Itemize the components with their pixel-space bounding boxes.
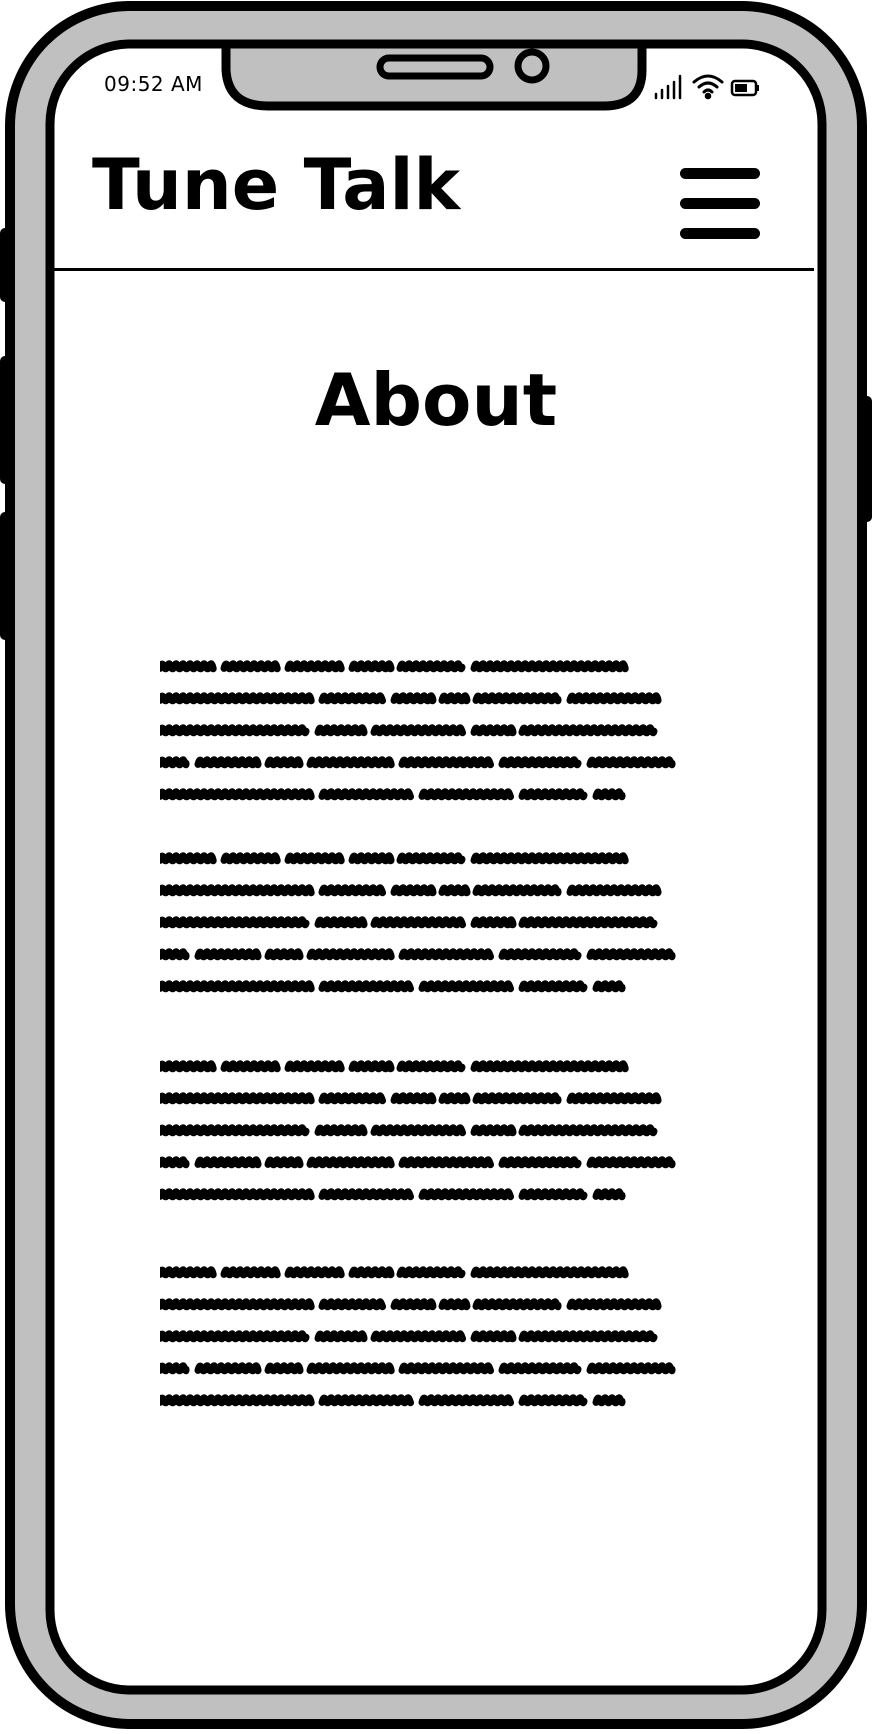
placeholder-text-line <box>160 884 662 897</box>
placeholder-text-line <box>160 756 676 769</box>
placeholder-text-line <box>160 788 626 801</box>
placeholder-text-line <box>160 916 658 929</box>
placeholder-text-line <box>160 660 629 673</box>
phone-side-button-volume-down <box>0 512 10 640</box>
placeholder-text-line <box>160 1394 626 1407</box>
placeholder-paragraph-4 <box>160 1258 712 1418</box>
battery-icon <box>730 79 759 97</box>
placeholder-paragraph-2 <box>160 844 712 1004</box>
placeholder-text-line <box>160 980 626 993</box>
placeholder-text-line <box>160 1362 676 1375</box>
placeholder-text-line <box>160 948 676 961</box>
placeholder-text-line <box>160 692 662 705</box>
status-bar-icons <box>654 74 759 100</box>
placeholder-text-line <box>160 1060 629 1073</box>
phone-side-button-mute <box>0 228 10 302</box>
page-heading: About <box>314 358 558 442</box>
placeholder-paragraph-1 <box>160 652 712 812</box>
placeholder-text-line <box>160 852 629 865</box>
placeholder-text-line <box>160 1124 658 1137</box>
hamburger-menu-button[interactable] <box>676 164 764 244</box>
signal-icon <box>654 74 682 100</box>
placeholder-text-line <box>160 1266 629 1279</box>
app-title: Tune Talk <box>92 144 461 226</box>
header-divider <box>54 268 814 271</box>
placeholder-paragraph-3 <box>160 1052 712 1212</box>
placeholder-text-line <box>160 1092 662 1105</box>
placeholder-text-line <box>160 1188 626 1201</box>
placeholder-text-line <box>160 1298 662 1311</box>
wifi-icon <box>692 74 724 100</box>
status-bar-time: 09:52 AM <box>104 72 203 96</box>
placeholder-text-line <box>160 1156 676 1169</box>
placeholder-text-line <box>160 724 658 737</box>
placeholder-text-line <box>160 1330 658 1343</box>
